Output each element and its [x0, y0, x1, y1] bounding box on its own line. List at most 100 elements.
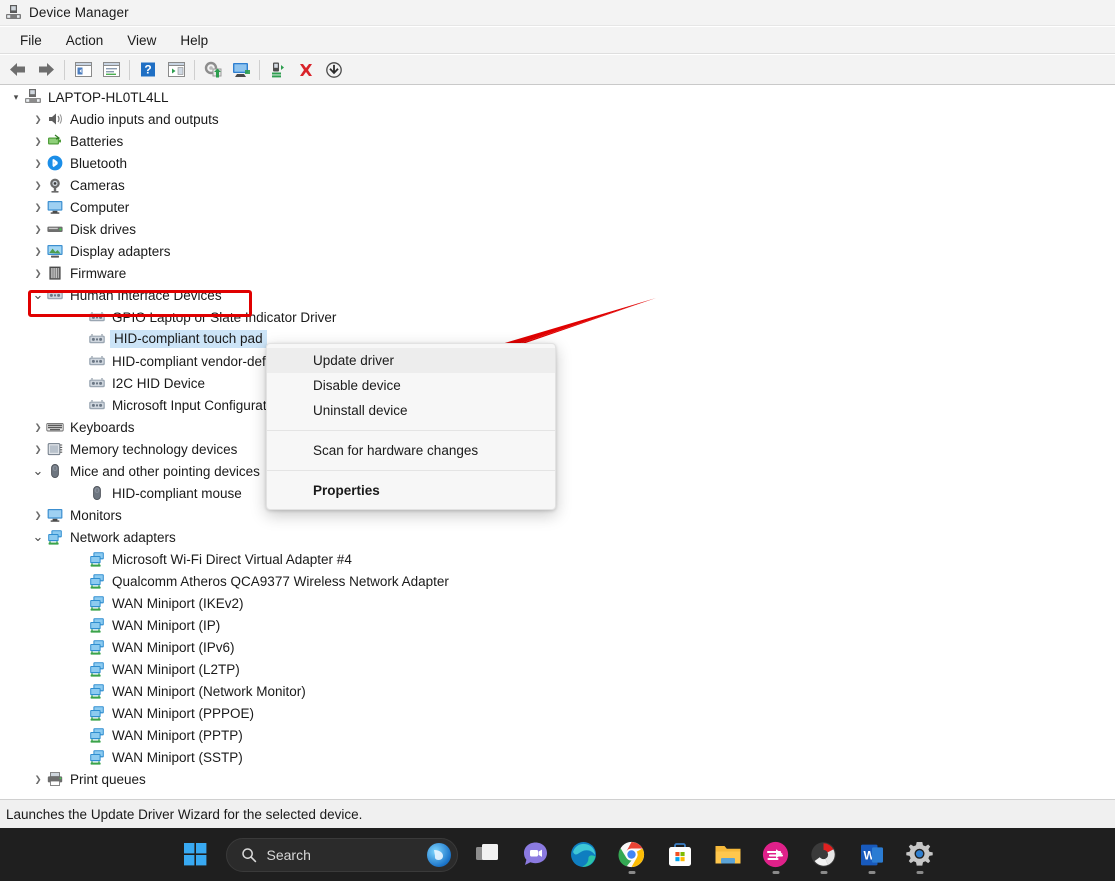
chevron-right-icon[interactable]: ❯ [30, 262, 46, 284]
chevron-right-icon[interactable]: ❯ [30, 218, 46, 240]
show-hide-action-pane-icon[interactable] [162, 57, 190, 83]
tree-item-memory-technology-devices[interactable]: ❯ Memory technology devices [0, 438, 1115, 460]
tree-item-audio-inputs-and-outputs[interactable]: ❯ Audio inputs and outputs [0, 108, 1115, 130]
tree-root-label: LAPTOP-HL0TL4LL [48, 89, 169, 105]
taskbar-search[interactable]: Search [225, 837, 458, 872]
toolbar: ? [0, 55, 1115, 85]
menu-file[interactable]: File [8, 29, 54, 52]
tree-item-wan-miniport-pptp[interactable]: WAN Miniport (PPTP) [0, 724, 1115, 746]
tree-item-wan-miniport-pppoe[interactable]: WAN Miniport (PPPOE) [0, 702, 1115, 724]
tree-item-firmware[interactable]: ❯ Firmware [0, 262, 1115, 284]
tree-item-gpio-laptop-or-slate-indicator-driver[interactable]: GPIO Laptop or Slate Indicator Driver [0, 306, 1115, 328]
tree-item-label: Computer [70, 199, 130, 215]
hid-icon [46, 286, 64, 304]
menu-view[interactable]: View [115, 29, 168, 52]
microsoft-store-icon[interactable] [656, 833, 704, 877]
update-driver-icon[interactable] [199, 57, 227, 83]
printer-icon [46, 770, 64, 788]
monitor-icon [46, 506, 64, 524]
google-chrome-icon[interactable] [608, 833, 656, 877]
tree-item-hid-compliant-mouse[interactable]: HID-compliant mouse [0, 482, 1115, 504]
tree-item-hid-compliant-touch-pad[interactable]: HID-compliant touch pad [0, 328, 1115, 350]
back-arrow-icon[interactable] [4, 57, 32, 83]
tree-item-wan-miniport-sstp[interactable]: WAN Miniport (SSTP) [0, 746, 1115, 768]
tree-item-microsoft-wi-fi-direct-virtual-adapter-4[interactable]: Microsoft Wi-Fi Direct Virtual Adapter #… [0, 548, 1115, 570]
settings-gear-icon[interactable] [896, 833, 944, 877]
scan-for-hardware-changes-icon[interactable] [227, 57, 255, 83]
svg-text:?: ? [144, 63, 151, 77]
start-button[interactable] [172, 833, 220, 877]
disable-device-icon[interactable] [320, 57, 348, 83]
help-icon[interactable]: ? [134, 57, 162, 83]
context-menu-item-disable-device[interactable]: Disable device [267, 373, 555, 398]
microsoft-edge-icon[interactable] [560, 833, 608, 877]
menu-help[interactable]: Help [168, 29, 220, 52]
tree-item-hid-compliant-vendor-defined-device[interactable]: HID-compliant vendor-defined device [0, 350, 1115, 372]
tree-item-label: Disk drives [70, 221, 137, 237]
enable-device-icon[interactable] [264, 57, 292, 83]
chevron-right-icon[interactable]: ❯ [30, 438, 46, 460]
pink-app-icon[interactable] [752, 833, 800, 877]
tree-root-node[interactable]: ▾ LAPTOP-HL0TL4LL [0, 86, 1115, 108]
tree-item-batteries[interactable]: ❯ Batteries [0, 130, 1115, 152]
forward-arrow-icon[interactable] [32, 57, 60, 83]
tree-item-wan-miniport-ipv6[interactable]: WAN Miniport (IPv6) [0, 636, 1115, 658]
chevron-down-icon[interactable]: ▾ [8, 86, 24, 108]
copilot-icon[interactable] [426, 842, 451, 867]
tree-item-wan-miniport-l2tp[interactable]: WAN Miniport (L2TP) [0, 658, 1115, 680]
chevron-down-icon[interactable]: ⌄ [30, 460, 46, 482]
tree-item-mice-and-other-pointing-devices[interactable]: ⌄ Mice and other pointing devices [0, 460, 1115, 482]
tree-item-cameras[interactable]: ❯ Cameras [0, 174, 1115, 196]
context-menu[interactable]: Update driver Disable device Uninstall d… [266, 343, 556, 510]
chevron-right-icon[interactable]: ❯ [30, 152, 46, 174]
chat-teams-icon[interactable] [512, 833, 560, 877]
tree-item-label: Network adapters [70, 529, 176, 545]
device-tree[interactable]: ▾ LAPTOP-HL0TL4LL ❯ Audio inputs and outp… [0, 86, 1115, 799]
context-menu-item-properties[interactable]: Properties [267, 478, 555, 503]
tree-item-wan-miniport-ip[interactable]: WAN Miniport (IP) [0, 614, 1115, 636]
tree-item-display-adapters[interactable]: ❯ Display adapters [0, 240, 1115, 262]
speaker-icon [46, 110, 64, 128]
menu-action[interactable]: Action [54, 29, 116, 52]
tree-item-print-queues[interactable]: ❯ Print queues [0, 768, 1115, 790]
tree-item-computer[interactable]: ❯ Computer [0, 196, 1115, 218]
tree-item-wan-miniport-network-monitor[interactable]: WAN Miniport (Network Monitor) [0, 680, 1115, 702]
uninstall-device-icon[interactable] [292, 57, 320, 83]
tree-item-label: Human Interface Devices [70, 287, 222, 303]
tree-item-label: I2C HID Device [112, 375, 206, 391]
tree-item-i2c-hid-device[interactable]: I2C HID Device [0, 372, 1115, 394]
red-circle-app-icon[interactable] [800, 833, 848, 877]
chevron-down-icon[interactable]: ⌄ [30, 526, 46, 548]
task-view-icon[interactable] [464, 833, 512, 877]
chevron-down-icon[interactable]: ⌄ [30, 284, 46, 306]
tree-item-bluetooth[interactable]: ❯ Bluetooth [0, 152, 1115, 174]
tree-item-disk-drives[interactable]: ❯ Disk drives [0, 218, 1115, 240]
context-menu-item-uninstall-device[interactable]: Uninstall device [267, 398, 555, 423]
tree-item-microsoft-input-configuration-device[interactable]: Microsoft Input Configuration Device [0, 394, 1115, 416]
context-menu-item-update-driver[interactable]: Update driver [267, 348, 555, 373]
chevron-right-icon[interactable]: ❯ [30, 416, 46, 438]
chevron-right-icon[interactable]: ❯ [30, 108, 46, 130]
tree-item-human-interface-devices[interactable]: ⌄ Human Interface Devices [0, 284, 1115, 306]
chevron-right-icon[interactable]: ❯ [30, 174, 46, 196]
tree-item-network-adapters[interactable]: ⌄ Network adapters [0, 526, 1115, 548]
tree-item-wan-miniport-ikev2[interactable]: WAN Miniport (IKEv2) [0, 592, 1115, 614]
microsoft-word-icon[interactable]: W [848, 833, 896, 877]
properties-icon[interactable] [97, 57, 125, 83]
chevron-right-icon[interactable]: ❯ [30, 240, 46, 262]
chevron-right-icon[interactable]: ❯ [30, 130, 46, 152]
context-menu-item-scan-for-hardware-changes[interactable]: Scan for hardware changes [267, 438, 555, 463]
file-explorer-icon[interactable] [704, 833, 752, 877]
tree-item-monitors[interactable]: ❯ Monitors [0, 504, 1115, 526]
tree-item-label: Memory technology devices [70, 441, 238, 457]
chevron-right-icon[interactable]: ❯ [30, 196, 46, 218]
chevron-right-icon[interactable]: ❯ [30, 768, 46, 790]
show-hide-console-tree-icon[interactable] [69, 57, 97, 83]
tree-item-keyboards[interactable]: ❯ Keyboards [0, 416, 1115, 438]
battery-icon [46, 132, 64, 150]
tree-item-qualcomm-atheros-qca9377-wireless-network-adapter[interactable]: Qualcomm Atheros QCA9377 Wireless Networ… [0, 570, 1115, 592]
chevron-right-icon[interactable]: ❯ [30, 504, 46, 526]
